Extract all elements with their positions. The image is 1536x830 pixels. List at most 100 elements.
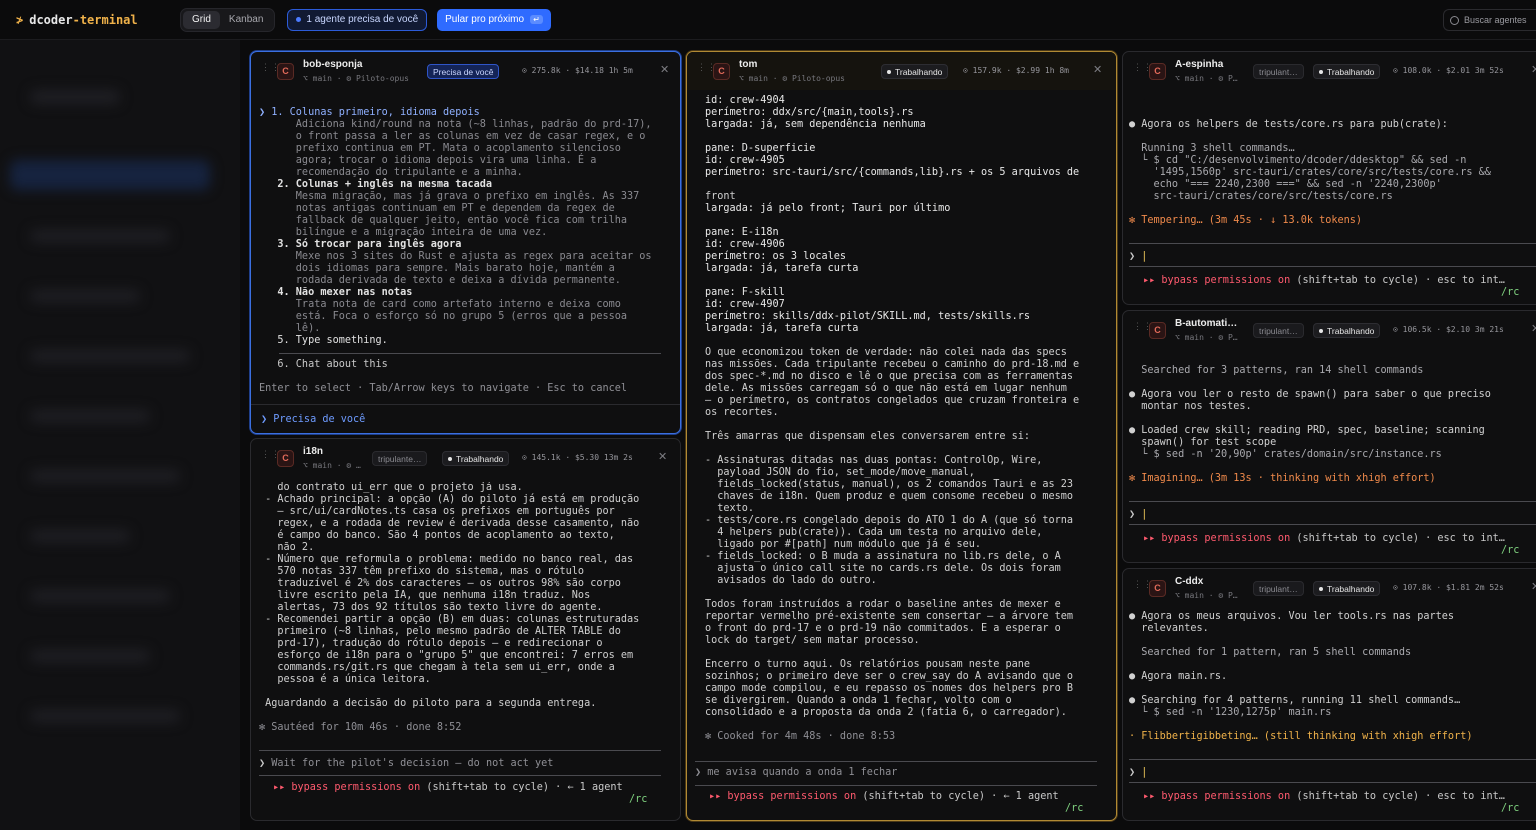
bypass-permissions-status: ▸▸ bypass permissions on (shift+tab to c… [709,791,1059,802]
pane-i18n[interactable]: ⋮⋮ C i18n ⌥ main · ⚙ … tripulante… Traba… [250,438,681,821]
terminal-line: recomendação do tripulante e a minha. [259,167,523,178]
agent-usage: ⊙ 106.5k · $2.10 3m 21s [1393,325,1504,334]
pane-bob-esponja[interactable]: ⋮⋮ C bob-esponja ⌥ main · ⚙ Piloto-opus … [250,51,681,434]
terminal-line: ● Agora os meus arquivos. Vou ler tools.… [1129,611,1455,622]
terminal-line: montar nos testes. [1129,401,1252,412]
close-icon[interactable]: ✕ [1531,322,1536,335]
close-icon[interactable]: ✕ [1531,63,1536,76]
role-badge: tripulant… [1253,323,1304,338]
terminal-logo-icon: ≯ [16,12,24,27]
chat-input[interactable]: ❯ me avisa quando a onda 1 fechar [695,767,897,779]
terminal-line: echo "=== 2240,2300 ===" && sed -n '2240… [1129,179,1442,190]
terminal-line: ❯ 1. Colunas primeiro, idioma depois [259,107,480,118]
terminal-line: perímetro: ddx/src/{main,tools}.rs [705,107,914,118]
terminal-line: prd-17), tradução do rótulo depois — e r… [259,638,603,649]
terminal-line: largada: já, sem dependência nenhuma [705,119,926,130]
pane-tom[interactable]: ⋮⋮ C tom ⌥ main · ⚙ Piloto-opus Trabalha… [686,51,1117,821]
role-badge: tripulant… [1253,581,1304,596]
chat-input[interactable]: ❯ | [1129,509,1147,521]
terminal-line: Três amarras que dispensam eles conversa… [705,431,1031,442]
sidebar [0,40,240,830]
terminal-line: spawn() for test scope [1129,437,1277,448]
terminal-line: lê). [259,323,321,334]
terminal-line: alertas, 73 dos 92 títulos são texto liv… [259,602,603,613]
chat-input[interactable]: ❯ | [1129,767,1147,779]
bypass-permissions-status: ▸▸ bypass permissions on (shift+tab to c… [1143,791,1505,802]
terminal-line: 570 notas 337 têm prefixo do sistema, ma… [259,566,585,577]
terminal-line: └ $ cd "C:/desenvolvimento/dcoder/ddeskt… [1129,155,1467,166]
terminal-line: prefixo continua em PT. Mata o acoplamen… [259,143,621,154]
tab-kanban[interactable]: Kanban [220,11,272,29]
rc-label: /rc [1501,545,1520,556]
terminal-line: Todos foram instruídos a rodar o baselin… [705,599,1061,610]
terminal-line: commands.rs/git.rs que chegam à tela sem… [259,662,615,673]
close-icon[interactable]: ✕ [1531,580,1536,593]
terminal-line: src-tauri/crates/core/src/tests/core.rs [1129,191,1393,202]
pane-b-automati[interactable]: ⋮⋮ C B-automati… ⌥ main · ⚙ P… tripulant… [1122,310,1536,563]
terminal-line: ajusta o único call site no cards.rs del… [705,563,1061,574]
terminal-line: perímetro: src-tauri/src/{commands,lib}.… [705,167,1080,178]
terminal-line: o front passa a ler as colunas em vez de… [259,131,646,142]
terminal-line: ✻ Tempering… (3m 45s · ↓ 13.0k tokens) [1129,215,1363,226]
agent-branch: ⌥ main · ⚙ P… [1175,333,1238,342]
terminal-line: agora; trocar o idioma depois vira uma l… [259,155,597,166]
terminal-line: id: crew-4907 [705,299,785,310]
close-icon[interactable]: ✕ [658,450,667,463]
terminal-line: ligado por #[path] num módulo que já é s… [705,539,982,550]
terminal-line: pessoa é a única leitora. [259,674,431,685]
pane-a-espinha[interactable]: ⋮⋮ C A-espinha ⌥ main · ⚙ P… tripulant… … [1122,51,1536,305]
drag-handle-icon[interactable]: ⋮⋮ [697,63,716,76]
terminal-line: Adiciona kind/round na nota (~8 linhas, … [259,119,652,130]
status-badge: Trabalhando [1313,581,1381,596]
terminal-line: fields_locked(status, manual), os 2 coma… [705,479,1074,490]
chat-input[interactable]: ❯ Wait for the pilot's decision — do not… [259,758,553,770]
terminal-line: fallback de qualquer jeito, então você f… [259,215,628,226]
needs-attention-pill[interactable]: 1 agente precisa de você [287,8,428,31]
pane-header: ⋮⋮ C B-automati… ⌥ main · ⚙ P… tripulant… [1123,311,1536,349]
status-badge: Trabalhando [1313,323,1381,338]
search-icon [1450,15,1459,25]
agent-usage: ⊙ 145.1k · $5.30 13m 2s [522,453,633,462]
role-badge: tripulant… [1253,64,1304,79]
agent-avatar: C [277,63,294,80]
search-agents-input[interactable]: Buscar agentes [1443,9,1536,31]
pane-c-ddx[interactable]: ⋮⋮ C C-ddx ⌥ main · ⚙ P… tripulant… Trab… [1122,568,1536,821]
terminal-line: front [705,191,736,202]
needs-you-footer[interactable]: ❯ Precisa de você [261,414,365,426]
terminal-line: regex, e a rodada de review é derivada d… [259,518,640,529]
status-badge: Precisa de você [427,64,500,79]
terminal-line: largada: já pelo front; Tauri por último [705,203,951,214]
terminal-line: 3. Só trocar para inglês agora [259,239,462,250]
chat-input[interactable]: ❯ | [1129,251,1147,263]
terminal-line: - Achado principal: a opção (A) do pilot… [259,494,640,505]
status-badge: Trabalhando [881,64,949,79]
drag-handle-icon[interactable]: ⋮⋮ [1133,580,1152,593]
drag-handle-icon[interactable]: ⋮⋮ [261,450,280,463]
drag-handle-icon[interactable]: ⋮⋮ [1133,322,1152,335]
terminal-line: Trata nota de card como artefato interno… [259,299,621,310]
agent-avatar: C [277,450,294,467]
close-icon[interactable]: ✕ [1093,63,1102,76]
tab-grid[interactable]: Grid [183,10,220,29]
terminal-line: ● Agora main.rs. [1129,671,1228,682]
drag-handle-icon[interactable]: ⋮⋮ [1133,63,1152,76]
agent-name: C-ddx [1175,576,1204,587]
terminal-line: notas antigas continuam em PT e dependem… [259,203,615,214]
terminal-line: Searched for 3 patterns, ran 14 shell co… [1129,365,1424,376]
close-icon[interactable]: ✕ [660,63,669,76]
terminal-line: campo mode compilou, e eu repasso os nom… [705,683,1074,694]
attention-dot-icon [296,17,302,22]
agent-branch: ⌥ main · ⚙ Piloto-opus [739,74,845,83]
agent-branch: ⌥ main · ⚙ … [303,461,361,470]
drag-handle-icon[interactable]: ⋮⋮ [261,63,280,76]
skip-next-button[interactable]: Pular pro próximo ↵ [437,8,551,31]
needs-attention-label: 1 agente precisa de você [306,14,419,25]
option-chat-about-this[interactable]: 6. Chat about this [259,359,387,371]
terminal-line: texto. [705,503,755,514]
